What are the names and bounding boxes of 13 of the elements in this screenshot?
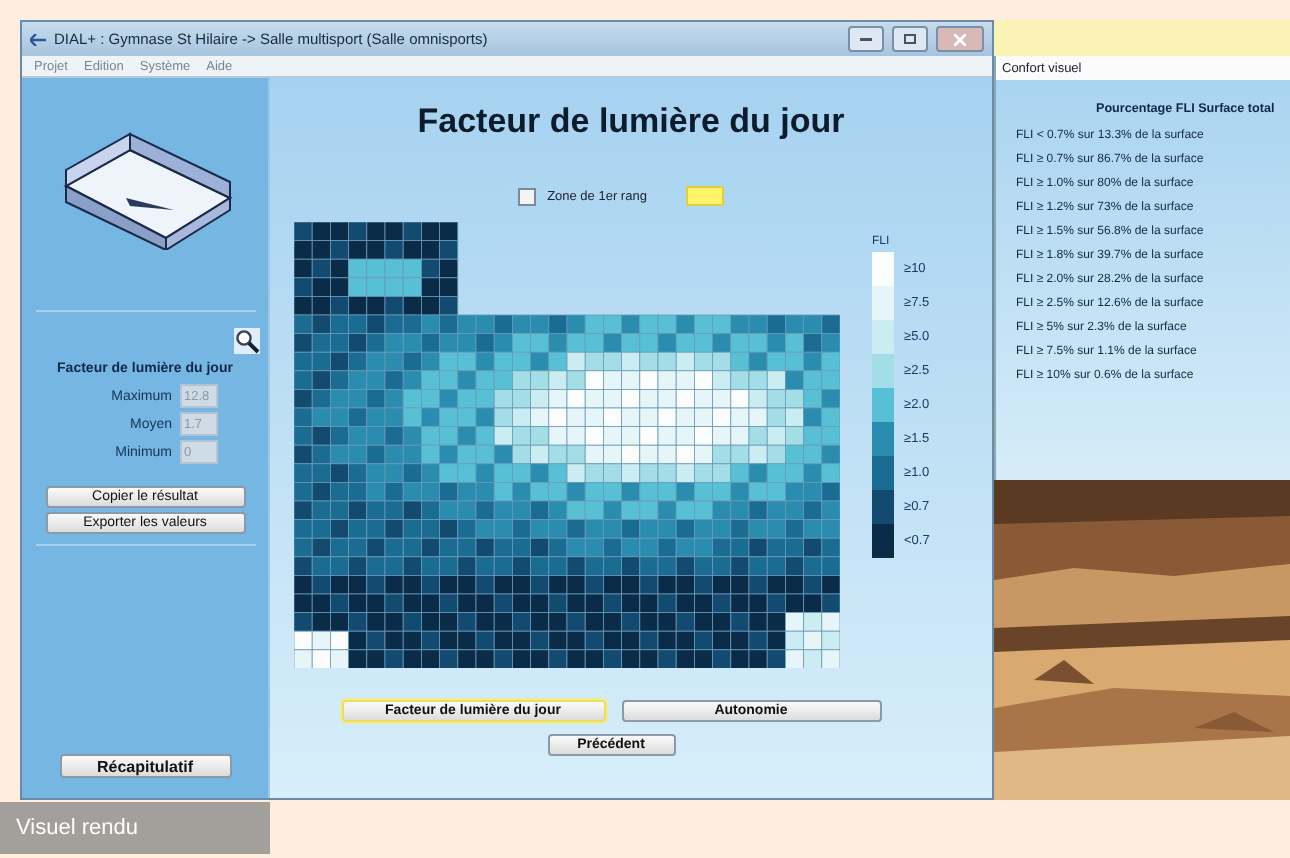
zoom-icon[interactable]	[234, 328, 260, 354]
caption: Visuel rendu	[16, 816, 138, 840]
minimize-button[interactable]	[848, 26, 884, 52]
summary-button[interactable]: Récapitulatif	[59, 754, 231, 778]
minimize-icon	[860, 37, 872, 41]
maximize-icon	[904, 34, 916, 44]
checkbox[interactable]	[517, 187, 536, 205]
close-icon	[954, 33, 966, 45]
app-icon	[30, 33, 46, 45]
maximize-button[interactable]	[892, 26, 928, 52]
zone-swatch	[686, 186, 725, 206]
page-title: Facteur de lumière du jour	[417, 102, 845, 142]
close-button[interactable]	[936, 26, 984, 52]
